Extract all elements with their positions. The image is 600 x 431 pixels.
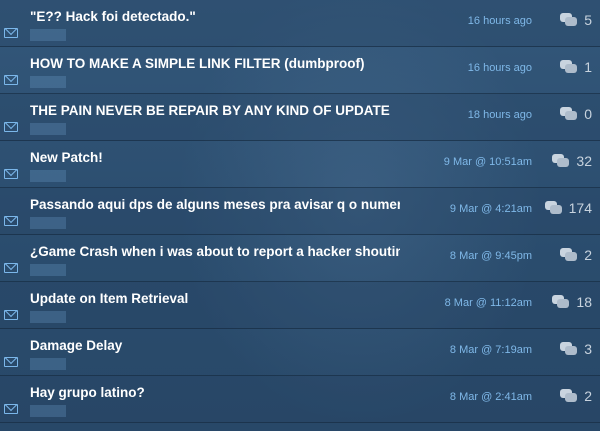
thread-title[interactable]: ¿Game Crash when i was about to report a… (30, 244, 400, 259)
thread-date: 8 Mar @ 2:41am (449, 391, 532, 403)
thread-row[interactable]: Passando aqui dps de alguns meses pra av… (0, 188, 600, 235)
speech-bubbles-icon (560, 107, 578, 121)
author-placeholder (30, 170, 66, 182)
thread-title[interactable]: Damage Delay (30, 338, 400, 353)
reply-count-value: 3 (584, 341, 592, 357)
thread-date: 9 Mar @ 4:21am (449, 203, 532, 215)
speech-bubbles-icon (544, 201, 563, 215)
thread-title[interactable]: Hay grupo latino? (30, 385, 400, 400)
mail-icon (4, 310, 18, 320)
speech-bubbles-icon (560, 342, 578, 356)
reply-count-value: 5 (584, 12, 592, 28)
author-placeholder (30, 358, 66, 370)
thread-row[interactable]: ¿Game Crash when i was about to report a… (0, 235, 600, 282)
thread-title[interactable]: "E?? Hack foi detectado." (30, 9, 400, 24)
thread-title[interactable]: Passando aqui dps de alguns meses pra av… (30, 197, 400, 212)
reply-count: 0 (560, 106, 592, 122)
reply-count: 2 (560, 247, 592, 263)
speech-bubbles-icon (552, 295, 570, 309)
thread-row[interactable]: Hay grupo latino? 8 Mar @ 2:41am 2 (0, 376, 600, 423)
reply-count: 174 (544, 200, 592, 216)
mail-icon (4, 28, 18, 38)
thread-row[interactable]: Damage Delay 8 Mar @ 7:19am 3 (0, 329, 600, 376)
speech-bubbles-icon (560, 13, 578, 27)
mail-icon (4, 216, 18, 226)
thread-row[interactable]: Update on Item Retrieval 8 Mar @ 11:12am… (0, 282, 600, 329)
mail-icon (4, 357, 18, 367)
mail-icon (4, 169, 18, 179)
reply-count: 2 (560, 388, 592, 404)
thread-list: "E?? Hack foi detectado." 16 hours ago 5… (0, 0, 600, 423)
thread-date: 16 hours ago (467, 15, 532, 27)
reply-count-value: 18 (576, 294, 592, 310)
thread-title[interactable]: HOW TO MAKE A SIMPLE LINK FILTER (dumbpr… (30, 56, 400, 71)
thread-title[interactable]: THE PAIN NEVER BE REPAIR BY ANY KIND OF … (30, 103, 400, 118)
author-placeholder (30, 217, 66, 229)
reply-count-value: 2 (584, 388, 592, 404)
speech-bubbles-icon (560, 248, 578, 262)
author-placeholder (30, 76, 66, 88)
thread-date: 9 Mar @ 10:51am (443, 156, 532, 168)
author-placeholder (30, 311, 66, 323)
thread-date: 8 Mar @ 7:19am (449, 344, 532, 356)
thread-date: 16 hours ago (467, 62, 532, 74)
mail-icon (4, 75, 18, 85)
mail-icon (4, 404, 18, 414)
mail-icon (4, 122, 18, 132)
reply-count: 18 (552, 294, 592, 310)
reply-count: 5 (560, 12, 592, 28)
thread-row[interactable]: HOW TO MAKE A SIMPLE LINK FILTER (dumbpr… (0, 47, 600, 94)
speech-bubbles-icon (560, 389, 578, 403)
mail-icon (4, 263, 18, 273)
reply-count-value: 1 (584, 59, 592, 75)
reply-count-value: 174 (568, 200, 592, 216)
thread-date: 8 Mar @ 11:12am (444, 297, 532, 309)
author-placeholder (30, 123, 66, 135)
reply-count-value: 2 (584, 247, 592, 263)
reply-count: 3 (560, 341, 592, 357)
reply-count: 1 (560, 59, 592, 75)
author-placeholder (30, 29, 66, 41)
author-placeholder (30, 405, 66, 417)
reply-count: 32 (552, 153, 592, 169)
author-placeholder (30, 264, 66, 276)
thread-title[interactable]: Update on Item Retrieval (30, 291, 400, 306)
thread-row[interactable]: "E?? Hack foi detectado." 16 hours ago 5 (0, 0, 600, 47)
thread-date: 18 hours ago (467, 109, 532, 121)
thread-row[interactable]: New Patch! 9 Mar @ 10:51am 32 (0, 141, 600, 188)
reply-count-value: 0 (584, 106, 592, 122)
speech-bubbles-icon (560, 60, 578, 74)
thread-date: 8 Mar @ 9:45pm (449, 250, 532, 262)
thread-row[interactable]: THE PAIN NEVER BE REPAIR BY ANY KIND OF … (0, 94, 600, 141)
speech-bubbles-icon (552, 154, 570, 168)
thread-title[interactable]: New Patch! (30, 150, 400, 165)
reply-count-value: 32 (576, 153, 592, 169)
